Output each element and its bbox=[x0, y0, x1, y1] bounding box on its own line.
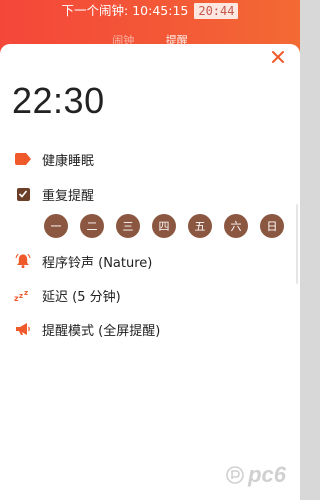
watermark-logo-icon bbox=[226, 466, 244, 484]
reminder-sheet: 22:30 健康睡眠 重复提醒 一 二 三 四 五 六 日 程序铃声 (Natu… bbox=[0, 44, 300, 500]
next-alarm-label: 下一个闹钟: 10:45:15 bbox=[61, 3, 189, 18]
repeat-row[interactable]: 重复提醒 bbox=[14, 183, 94, 205]
alarm-edit-screen: 下一个闹钟: 10:45:15 20:44 闹钟 提醒 22:30 健康睡眠 重… bbox=[0, 0, 300, 500]
weekday-selector: 一 二 三 四 五 六 日 bbox=[44, 214, 284, 238]
ringtone-label: 程序铃声 (Nature) bbox=[42, 255, 153, 271]
close-button[interactable] bbox=[270, 50, 286, 66]
repeat-checkbox[interactable] bbox=[14, 185, 32, 203]
tag-row[interactable]: 健康睡眠 bbox=[14, 148, 94, 170]
bell-icon bbox=[14, 252, 32, 270]
tag-icon bbox=[14, 150, 32, 168]
clock-readout: 20:44 bbox=[194, 3, 239, 19]
ringtone-row[interactable]: 程序铃声 (Nature) bbox=[14, 250, 152, 272]
close-icon bbox=[272, 51, 284, 63]
svg-text:z: z bbox=[24, 289, 28, 297]
day-chip-thu[interactable]: 四 bbox=[152, 214, 176, 238]
repeat-label: 重复提醒 bbox=[42, 188, 95, 204]
day-chip-sun[interactable]: 日 bbox=[260, 214, 284, 238]
tag-label: 健康睡眠 bbox=[42, 153, 95, 169]
day-chip-sat[interactable]: 六 bbox=[224, 214, 248, 238]
snooze-row[interactable]: z z z 延迟 (5 分钟) bbox=[14, 284, 121, 306]
snooze-icon: z z z bbox=[14, 286, 32, 304]
checkbox-icon bbox=[16, 187, 30, 201]
megaphone-icon bbox=[14, 320, 32, 338]
svg-text:z: z bbox=[19, 292, 23, 300]
site-watermark: pc6 bbox=[226, 462, 286, 488]
alarm-time[interactable]: 22:30 bbox=[12, 80, 105, 122]
next-alarm-info: 下一个闹钟: 10:45:15 20:44 bbox=[0, 3, 300, 19]
mode-row[interactable]: 提醒模式 (全屏提醒) bbox=[14, 318, 160, 340]
day-chip-fri[interactable]: 五 bbox=[188, 214, 212, 238]
day-chip-wed[interactable]: 三 bbox=[116, 214, 140, 238]
scroll-indicator[interactable] bbox=[296, 204, 298, 284]
watermark-text: pc6 bbox=[248, 462, 286, 487]
day-chip-tue[interactable]: 二 bbox=[80, 214, 104, 238]
snooze-label: 延迟 (5 分钟) bbox=[42, 289, 121, 305]
mode-label: 提醒模式 (全屏提醒) bbox=[42, 323, 161, 339]
day-chip-mon[interactable]: 一 bbox=[44, 214, 68, 238]
